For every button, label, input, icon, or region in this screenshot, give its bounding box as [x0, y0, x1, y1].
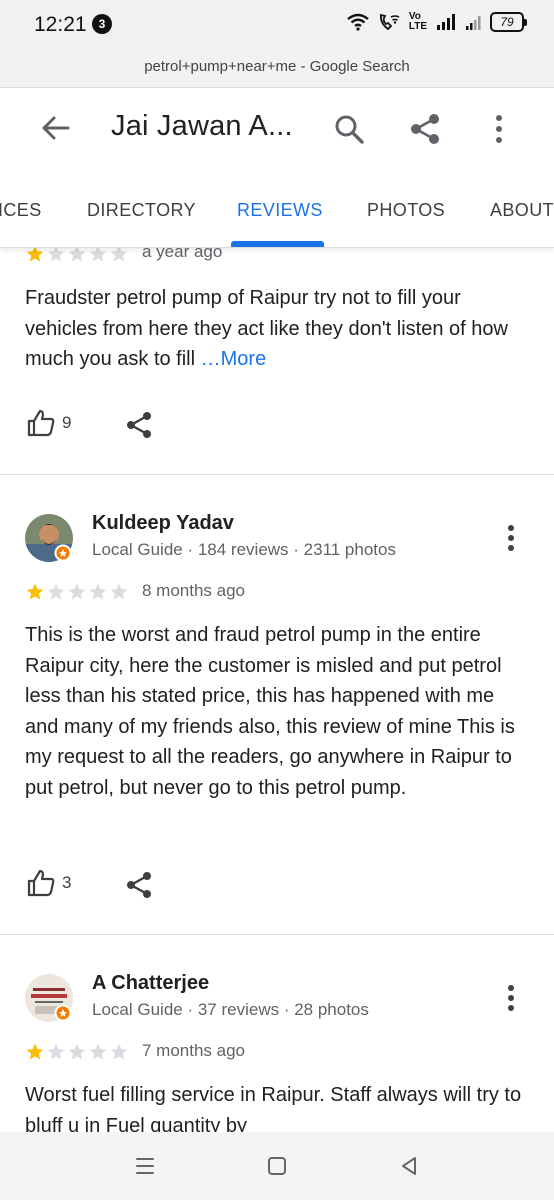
reviewer-meta: Local Guide · 37 reviews · 28 photos: [92, 1000, 369, 1019]
battery-indicator: 79: [490, 12, 527, 32]
star-empty-icon: [47, 1043, 65, 1060]
star-rating: [25, 248, 129, 264]
star-empty-icon: [47, 583, 65, 600]
like-count: 9: [62, 413, 72, 432]
like-button[interactable]: 9: [26, 408, 71, 438]
share-review-icon[interactable]: [124, 410, 154, 440]
reviewer-avatar[interactable]: [25, 974, 73, 1022]
reviewer-name[interactable]: A Chatterjee: [92, 972, 209, 995]
star-rating: [25, 582, 129, 602]
menu-icon[interactable]: [131, 1152, 159, 1180]
star-empty-icon: [89, 1043, 107, 1060]
tab-services[interactable]: ICES: [0, 200, 42, 221]
star-filled-icon: [26, 583, 44, 600]
status-time: 12:21: [34, 13, 87, 36]
reviewer-meta: Local Guide · 184 reviews · 2311 photos: [92, 540, 396, 559]
share-review-icon[interactable]: [124, 870, 154, 900]
volte-indicator: Vo LTE: [408, 11, 427, 32]
signal-strength-secondary-icon: [466, 16, 481, 30]
wifi-icon: [347, 13, 369, 31]
review-date: 8 months ago: [142, 581, 246, 600]
star-empty-icon: [68, 1043, 86, 1060]
share-icon[interactable]: [408, 112, 442, 146]
home-square-icon[interactable]: [263, 1152, 291, 1180]
review-date: 7 months ago: [142, 1041, 246, 1060]
place-header: Jai Jawan A...: [0, 88, 554, 172]
back-arrow-icon[interactable]: [38, 110, 74, 146]
review-text: This is the worst and fraud petrol pump …: [25, 624, 515, 799]
read-more-link[interactable]: …More: [201, 348, 267, 370]
star-empty-icon: [68, 583, 86, 600]
tab-directory[interactable]: DIRECTORY: [87, 200, 196, 221]
review-text: Fraudster petrol pump of Raipur try not …: [25, 283, 530, 375]
star-empty-icon: [68, 248, 86, 262]
star-empty-icon: [110, 1043, 128, 1060]
review-more-options-icon[interactable]: [500, 522, 522, 556]
place-tabs: ICES DIRECTORY REVIEWS PHOTOS ABOUT: [0, 172, 554, 248]
notification-count-badge: 3: [92, 14, 112, 34]
star-empty-icon: [110, 583, 128, 600]
reviews-list[interactable]: a year ago Fraudster petrol pump of Raip…: [0, 248, 554, 1132]
wifi-calling-icon: [379, 13, 400, 31]
thumbs-up-icon: [27, 409, 55, 437]
review-body: Fraudster petrol pump of Raipur try not …: [25, 287, 508, 370]
more-vert-icon[interactable]: [484, 112, 514, 146]
review-date: a year ago: [142, 248, 223, 261]
tab-reviews[interactable]: REVIEWS: [237, 200, 323, 221]
star-filled-icon: [26, 1043, 44, 1060]
like-button[interactable]: 3: [26, 868, 71, 898]
star-empty-icon: [89, 583, 107, 600]
search-icon[interactable]: [332, 112, 366, 146]
star-empty-icon: [110, 248, 128, 262]
tab-photos[interactable]: PHOTOS: [367, 200, 445, 221]
star-rating: [25, 1042, 129, 1062]
system-navigation-bar: [0, 1132, 554, 1200]
signal-strength-icon: [437, 14, 455, 30]
thumbs-up-icon: [27, 869, 55, 897]
reviewer-name[interactable]: Kuldeep Yadav: [92, 512, 234, 535]
back-triangle-icon[interactable]: [395, 1152, 423, 1180]
review-divider: [0, 474, 554, 475]
review-more-options-icon[interactable]: [500, 982, 522, 1016]
star-empty-icon: [89, 248, 107, 262]
review-divider: [0, 934, 554, 935]
star-filled-icon: [26, 248, 44, 262]
browser-url-title[interactable]: petrol+pump+near+me - Google Search: [0, 50, 554, 88]
status-bar: 12:21 3 Vo LTE 79: [0, 0, 554, 50]
star-empty-icon: [47, 248, 65, 262]
place-title: Jai Jawan A...: [111, 110, 293, 142]
review-text: Worst fuel filling service in Raipur. St…: [25, 1084, 522, 1132]
tab-about[interactable]: ABOUT: [490, 200, 554, 221]
status-icons: Vo LTE 79: [347, 11, 527, 32]
like-count: 3: [62, 873, 72, 892]
reviewer-avatar[interactable]: [25, 514, 73, 562]
active-tab-indicator: [231, 241, 324, 247]
